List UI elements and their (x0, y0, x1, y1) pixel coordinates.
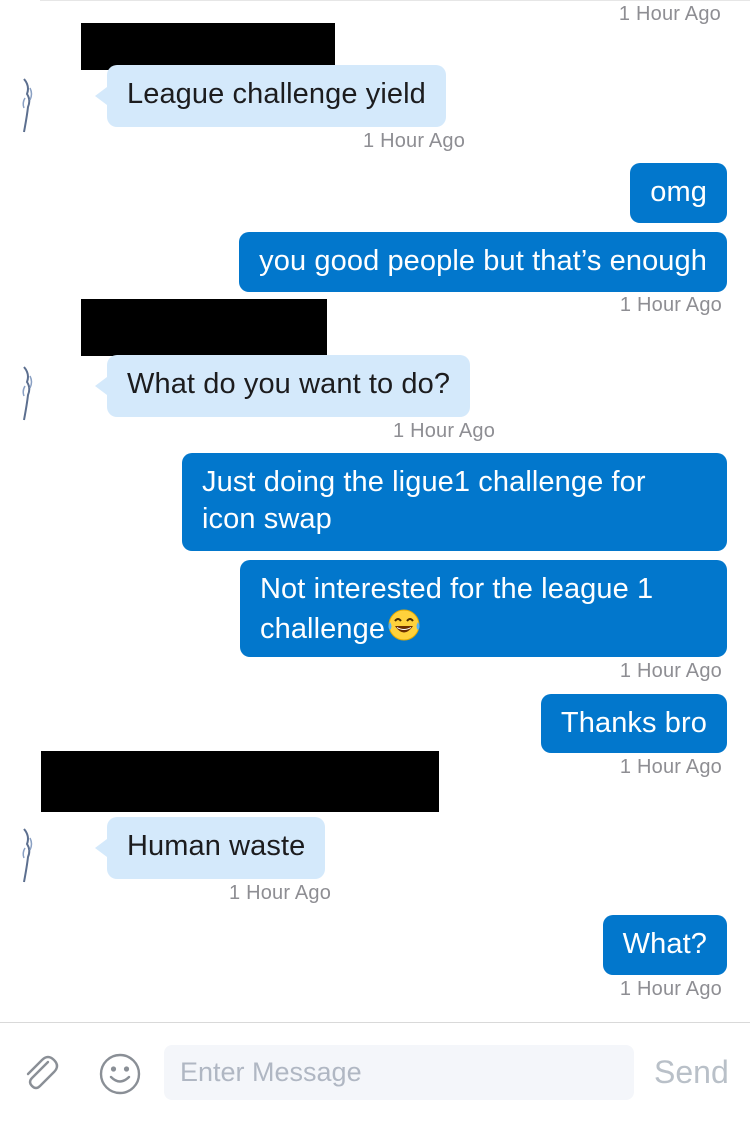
message-input[interactable] (164, 1045, 634, 1100)
outgoing-message[interactable]: Not interested for the league 1 challeng… (240, 560, 727, 657)
message-timestamp: 1 Hour Ago (619, 756, 722, 778)
avatar (22, 366, 33, 421)
message-timestamp: 1 Hour Ago (229, 882, 332, 904)
redacted-sender-name (81, 23, 335, 70)
incoming-message[interactable]: What do you want to do? (94, 355, 471, 417)
outgoing-message[interactable]: you good people but that’s enough (239, 232, 727, 292)
face-with-tears-of-joy-emoji (388, 609, 420, 641)
redacted-sender-name (81, 299, 327, 356)
incoming-message[interactable]: League challenge yield (95, 65, 446, 127)
message-timestamp: 1 Hour Ago (363, 130, 466, 152)
message-text: Not interested for the league 1 challeng… (260, 573, 654, 645)
message-timestamp: 1 Hour Ago (619, 978, 722, 1000)
message-timestamp: 1 Hour Ago (619, 660, 722, 682)
timestamp: 1 Hour Ago (618, 3, 721, 25)
send-button[interactable]: Send (654, 1054, 729, 1091)
outgoing-message[interactable]: omg (630, 163, 727, 223)
divider (40, 0, 750, 1)
redacted-sender-name (41, 751, 439, 812)
outgoing-message[interactable]: Thanks bro (540, 694, 727, 753)
message-thread[interactable]: 1 Hour Ago League challenge yield 1 Hour… (0, 0, 750, 1022)
paperclip-icon[interactable] (20, 1052, 62, 1094)
outgoing-message[interactable]: Just doing the ligue1 challenge for icon… (182, 453, 727, 551)
message-timestamp: 1 Hour Ago (393, 420, 496, 442)
divider (0, 1022, 750, 1023)
avatar (22, 828, 33, 883)
outgoing-message[interactable]: What? (602, 915, 727, 975)
message-composer: Send (0, 1022, 750, 1123)
incoming-message[interactable]: Human waste (94, 817, 326, 879)
message-timestamp: 1 Hour Ago (619, 294, 722, 316)
smiley-icon[interactable] (98, 1052, 142, 1096)
avatar (22, 78, 33, 133)
